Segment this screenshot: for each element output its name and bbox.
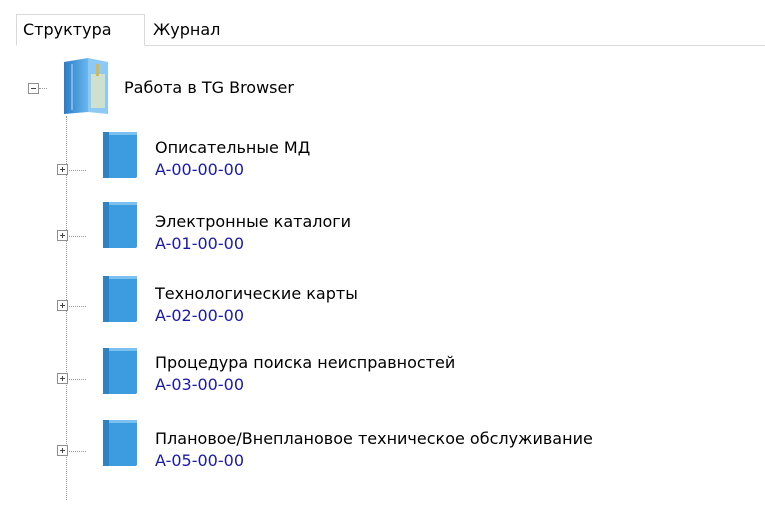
tab-journal[interactable]: Журнал: [147, 16, 257, 46]
tree-item-label[interactable]: Технологические карты: [155, 284, 358, 303]
tree-item-code: A-02-00-00: [155, 306, 244, 325]
tab-structure[interactable]: Структура: [16, 14, 145, 46]
tree-connector: [66, 451, 86, 452]
tree-item-code: A-05-00-00: [155, 451, 244, 470]
tab-bar: Структура Журнал: [16, 12, 765, 46]
tree-root-label[interactable]: Работа в TG Browser: [124, 78, 294, 97]
tree-connector: [66, 236, 86, 237]
expand-toggle-item-2[interactable]: [57, 230, 68, 241]
folder-book-icon: [64, 58, 108, 114]
expand-toggle-item-3[interactable]: [57, 300, 68, 311]
tree-connector: [66, 170, 86, 171]
structure-tree: Работа в TG Browser Описательные МД A-00…: [0, 46, 765, 524]
book-icon: [103, 348, 137, 394]
tree-item-label[interactable]: Описательные МД: [155, 138, 310, 157]
root-collapse-toggle[interactable]: [28, 83, 39, 94]
expand-toggle-item-1[interactable]: [57, 164, 68, 175]
book-icon: [103, 276, 137, 322]
tree-item-code: A-03-00-00: [155, 375, 244, 394]
book-icon: [103, 420, 137, 466]
tree-connector: [66, 379, 86, 380]
tree-connector: [39, 88, 47, 89]
expand-toggle-item-4[interactable]: [57, 373, 68, 384]
tree-item-label[interactable]: Процедура поиска неисправностей: [155, 353, 455, 372]
tree-item-label[interactable]: Плановое/Внеплановое техническое обслужи…: [155, 429, 593, 448]
tree-connector: [66, 306, 86, 307]
tree-item-label[interactable]: Электронные каталоги: [155, 212, 351, 231]
book-icon: [103, 202, 137, 248]
tree-item-code: A-00-00-00: [155, 160, 244, 179]
expand-toggle-item-5[interactable]: [57, 445, 68, 456]
tree-item-code: A-01-00-00: [155, 234, 244, 253]
book-icon: [103, 132, 137, 178]
